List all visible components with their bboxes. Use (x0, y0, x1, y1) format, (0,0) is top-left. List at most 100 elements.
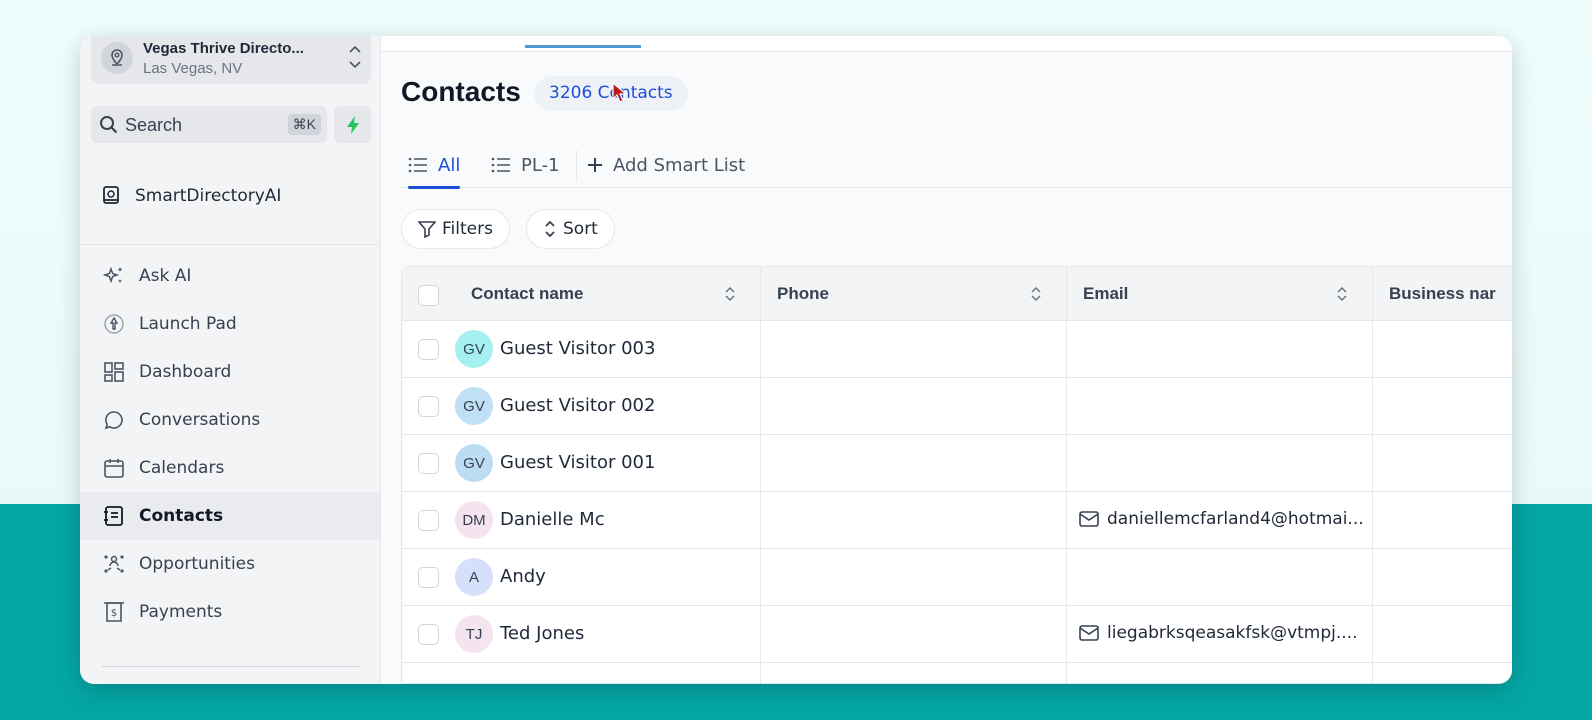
location-switcher[interactable]: Vegas Thrive Directo... Las Vegas, NV (91, 36, 371, 84)
lightning-bolt-icon (346, 115, 359, 134)
quick-action-button[interactable] (334, 106, 371, 143)
chat-bubble-icon (102, 408, 126, 432)
sidebar-item-label: Opportunities (139, 554, 255, 574)
contact-name[interactable]: Guest Visitor 001 (500, 452, 655, 473)
opportunities-icon (102, 552, 126, 576)
rocket-icon (102, 312, 126, 336)
tab-label: PL-1 (521, 154, 560, 176)
sidebar-item-dashboard[interactable]: Dashboard (80, 348, 381, 396)
sort-arrows-icon[interactable] (1030, 286, 1042, 302)
sidebar-item-ask-ai[interactable]: Ask AI (80, 252, 381, 300)
table-row[interactable]: TJ Ted Jones liegabrksqeasakfsk@vtmpj...… (402, 606, 1512, 663)
directory-label: SmartDirectoryAI (135, 186, 282, 206)
tab-pl-1[interactable]: PL-1 (491, 142, 560, 188)
sidebar-nav: Ask AI Launch Pad Dashboard Conversation… (80, 252, 381, 636)
table-row[interactable]: GV Guest Visitor 002 (402, 378, 1512, 435)
avatar: A (455, 558, 493, 596)
plus-icon (588, 158, 602, 172)
sidebar: Vegas Thrive Directo... Las Vegas, NV Se… (80, 36, 381, 684)
sort-arrows-icon (545, 220, 555, 238)
app-window: Vegas Thrive Directo... Las Vegas, NV Se… (80, 36, 1512, 684)
row-checkbox[interactable] (418, 567, 439, 588)
select-all-checkbox[interactable] (418, 285, 439, 306)
add-smart-list-button[interactable]: Add Smart List (587, 142, 745, 188)
contact-name[interactable]: Andy (500, 566, 546, 587)
top-tab-indicator (525, 45, 641, 48)
directory-link[interactable]: SmartDirectoryAI (102, 184, 281, 208)
sidebar-item-contacts[interactable]: Contacts (80, 492, 381, 540)
directory-book-icon (103, 186, 119, 204)
filters-button[interactable]: Filters (401, 209, 510, 249)
tab-label: Add Smart List (613, 154, 746, 176)
row-checkbox[interactable] (418, 624, 439, 645)
receipt-dollar-icon: $ (102, 600, 126, 624)
contact-name[interactable]: Guest Visitor 002 (500, 395, 655, 416)
sidebar-bottom-divider (102, 666, 360, 667)
table-row[interactable]: A Andy (402, 549, 1512, 606)
row-checkbox[interactable] (418, 453, 439, 474)
avatar: DM (455, 501, 493, 539)
filters-label: Filters (442, 219, 493, 239)
column-header-phone[interactable]: Phone (777, 267, 829, 321)
sidebar-item-label: Conversations (139, 410, 261, 430)
table-header: Contact name Phone Email Business nar (402, 267, 1512, 321)
contact-name[interactable]: Ted Jones (500, 623, 584, 644)
table-row[interactable]: GV Guest Visitor 003 (402, 321, 1512, 378)
sort-button[interactable]: Sort (526, 209, 615, 249)
list-icon (408, 157, 427, 173)
avatar: GV (455, 387, 493, 425)
sidebar-item-label: Dashboard (139, 362, 232, 382)
sort-label: Sort (563, 219, 598, 239)
sidebar-item-launch-pad[interactable]: Launch Pad (80, 300, 381, 348)
chevron-up-down-icon (349, 45, 361, 69)
smart-list-tabs: All PL-1 Add Smart List (401, 142, 1512, 189)
sidebar-item-label: Calendars (139, 458, 225, 478)
sidebar-item-opportunities[interactable]: Opportunities (80, 540, 381, 588)
svg-text:$: $ (111, 608, 117, 619)
list-icon (491, 157, 510, 173)
avatar: GV (455, 330, 493, 368)
sidebar-item-label: Launch Pad (139, 314, 237, 334)
search-box[interactable]: Search ⌘K (91, 106, 327, 143)
avatar: GV (455, 444, 493, 482)
tab-all[interactable]: All (408, 142, 461, 189)
column-header-contact-name[interactable]: Contact name (471, 267, 583, 321)
contact-name[interactable]: Danielle Mc (500, 509, 605, 530)
contacts-book-icon (102, 504, 126, 528)
sidebar-item-conversations[interactable]: Conversations (80, 396, 381, 444)
main-content: Contacts 3206 Contacts All PL-1 Add Smar… (381, 36, 1512, 684)
sidebar-item-label: Ask AI (139, 266, 192, 286)
mouse-cursor-icon (612, 82, 627, 103)
column-header-business-name[interactable]: Business nar (1389, 267, 1496, 321)
top-tab-strip (381, 36, 1512, 52)
sidebar-item-calendars[interactable]: Calendars (80, 444, 381, 492)
tab-separator (576, 150, 577, 182)
email-cell[interactable]: liegabrksqeasakfsk@vtmpj.... (1079, 623, 1357, 643)
search-shortcut: ⌘K (287, 114, 321, 135)
sort-arrows-icon[interactable] (1336, 286, 1348, 302)
location-pin-icon (101, 42, 133, 74)
search-label: Search (125, 115, 183, 135)
search-icon (100, 116, 118, 134)
sort-arrows-icon[interactable] (724, 286, 736, 302)
email-text: daniellemcfarland4@hotmai... (1107, 509, 1364, 529)
calendar-icon (102, 456, 126, 480)
column-header-email[interactable]: Email (1083, 267, 1128, 321)
filter-funnel-icon (418, 221, 436, 238)
sidebar-item-label: Payments (139, 602, 223, 622)
email-cell[interactable]: daniellemcfarland4@hotmai... (1079, 509, 1364, 529)
sidebar-item-payments[interactable]: $ Payments (80, 588, 381, 636)
sidebar-divider (80, 244, 381, 245)
sidebar-item-label: Contacts (139, 506, 224, 526)
table-row[interactable]: GV Guest Visitor 001 (402, 435, 1512, 492)
envelope-icon (1079, 625, 1099, 641)
avatar: TJ (455, 615, 493, 653)
row-checkbox[interactable] (418, 510, 439, 531)
contact-name[interactable]: Guest Visitor 003 (500, 338, 655, 359)
location-name: Vegas Thrive Directo... (143, 40, 304, 57)
row-checkbox[interactable] (418, 396, 439, 417)
email-text: liegabrksqeasakfsk@vtmpj.... (1107, 623, 1358, 643)
table-row[interactable]: DM Danielle Mc daniellemcfarland4@hotmai… (402, 492, 1512, 549)
page-title: Contacts (401, 76, 521, 107)
row-checkbox[interactable] (418, 339, 439, 360)
